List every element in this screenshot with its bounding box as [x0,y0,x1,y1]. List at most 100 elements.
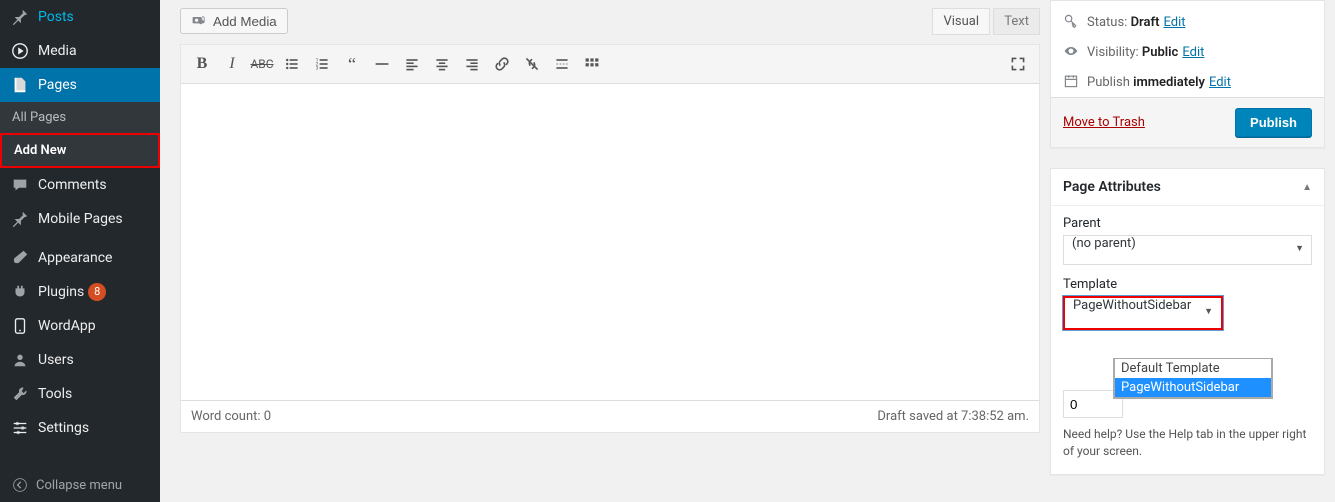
bullet-list-button[interactable] [277,49,307,79]
box-title: Page Attributes [1063,179,1161,195]
pin-icon [10,209,30,229]
calendar-icon [1063,73,1081,91]
plugin-icon [10,282,30,302]
publish-button[interactable]: Publish [1235,108,1312,137]
parent-select[interactable]: (no parent) [1063,235,1312,265]
editor-content[interactable] [181,84,1039,400]
media-icon [10,41,30,61]
sidebar-item-posts[interactable]: Posts [0,0,160,34]
sliders-icon [10,418,30,438]
publish-edit-link[interactable]: Edit [1209,75,1231,90]
visibility-row: Visibility: Public Edit [1063,37,1312,67]
menu-label: Tools [38,386,72,402]
page-icon [10,75,30,95]
plugins-badge: 8 [88,283,106,301]
tab-visual[interactable]: Visual [932,8,990,35]
sidebar-submenu-pages: All Pages Add New [0,102,160,168]
tab-text[interactable]: Text [993,8,1040,35]
svg-text:3: 3 [316,66,319,72]
publish-date-row: Publish immediately Edit [1063,67,1312,97]
template-select[interactable]: PageWithoutSidebar [1065,298,1221,328]
move-to-trash-link[interactable]: Move to Trash [1063,115,1145,130]
editor-area: Add Media Visual Text B I ABC 123 “ Word… [180,0,1040,433]
menu-label: Plugins [38,284,84,300]
word-count: Word count: 0 [191,409,271,424]
eye-icon [1063,43,1081,61]
template-label: Template [1063,277,1312,292]
draft-saved-time: Draft saved at 7:38:52 am. [877,409,1029,424]
submenu-all-pages[interactable]: All Pages [0,102,160,133]
menu-label: Posts [38,9,74,25]
sidebar-item-plugins[interactable]: Plugins 8 [0,275,160,309]
key-icon [1063,13,1081,31]
sidebar-item-users[interactable]: Users [0,343,160,377]
align-center-button[interactable] [427,49,457,79]
menu-label: Appearance [38,250,112,266]
template-option-default[interactable]: Default Template [1115,359,1271,378]
hr-button[interactable] [367,49,397,79]
strike-button[interactable]: ABC [247,49,277,79]
sidebar-item-appearance[interactable]: Appearance [0,241,160,275]
template-dropdown-options: Default Template PageWithoutSidebar [1113,358,1273,399]
align-left-button[interactable] [397,49,427,79]
sidebar-item-settings[interactable]: Settings [0,411,160,445]
bold-button[interactable]: B [187,49,217,79]
parent-label: Parent [1063,216,1312,231]
link-button[interactable] [487,49,517,79]
publish-label: Publish [1087,75,1130,90]
add-media-label: Add Media [213,14,277,29]
publish-actions: Move to Trash Publish [1051,97,1324,147]
toolbar-toggle-button[interactable] [577,49,607,79]
mobile-icon [10,316,30,336]
admin-sidebar: Posts Media Pages All Pages Add New Comm… [0,0,160,502]
menu-label: Pages [38,77,77,93]
visibility-value: Public [1142,45,1178,60]
menu-label: Mobile Pages [38,211,123,227]
italic-button[interactable]: I [217,49,247,79]
camera-music-icon [191,13,207,29]
status-label: Status: [1087,15,1127,30]
editor-tabs: Visual Text [932,8,1040,35]
menu-label: WordApp [38,318,96,334]
status-edit-link[interactable]: Edit [1163,15,1185,30]
sidebar-item-mobile-pages[interactable]: Mobile Pages [0,202,160,236]
collapse-menu[interactable]: Collapse menu [0,468,160,502]
collapse-icon [10,475,30,495]
status-value: Draft [1131,15,1160,30]
comments-icon [10,175,30,195]
wrench-icon [10,384,30,404]
template-option-pagewithoutsidebar[interactable]: PageWithoutSidebar [1115,378,1271,397]
publish-box: Status: Draft Edit Visibility: Public Ed… [1050,0,1325,148]
editor-wrap: B I ABC 123 “ Word count: 0 Draft saved … [180,44,1040,433]
sidebar-item-media[interactable]: Media [0,34,160,68]
page-attributes-box: Page Attributes ▲ Parent (no parent) Tem… [1050,168,1325,475]
fullscreen-button[interactable] [1003,49,1033,79]
menu-label: Settings [38,420,89,436]
editor-statusbar: Word count: 0 Draft saved at 7:38:52 am. [181,400,1039,432]
submenu-add-new[interactable]: Add New [0,133,160,168]
menu-label: Comments [38,177,107,193]
add-media-button[interactable]: Add Media [180,8,288,34]
sidebar-item-comments[interactable]: Comments [0,168,160,202]
sidebar-item-wordapp[interactable]: WordApp [0,309,160,343]
blockquote-button[interactable]: “ [337,49,367,79]
status-row: Status: Draft Edit [1063,7,1312,37]
collapse-label: Collapse menu [36,478,122,493]
pin-icon [10,7,30,27]
brush-icon [10,248,30,268]
help-text: Need help? Use the Help tab in the upper… [1063,426,1312,460]
page-attributes-header[interactable]: Page Attributes ▲ [1051,169,1324,206]
sidebar-item-tools[interactable]: Tools [0,377,160,411]
sidebar-item-pages[interactable]: Pages [0,68,160,102]
right-sidebar: Status: Draft Edit Visibility: Public Ed… [1050,0,1325,495]
unlink-button[interactable] [517,49,547,79]
more-button[interactable] [547,49,577,79]
align-right-button[interactable] [457,49,487,79]
active-pointer [166,77,174,93]
visibility-label: Visibility: [1087,45,1139,60]
menu-label: Media [38,43,77,59]
users-icon [10,350,30,370]
number-list-button[interactable]: 123 [307,49,337,79]
editor-toolbar: B I ABC 123 “ [181,45,1039,84]
visibility-edit-link[interactable]: Edit [1182,45,1204,60]
